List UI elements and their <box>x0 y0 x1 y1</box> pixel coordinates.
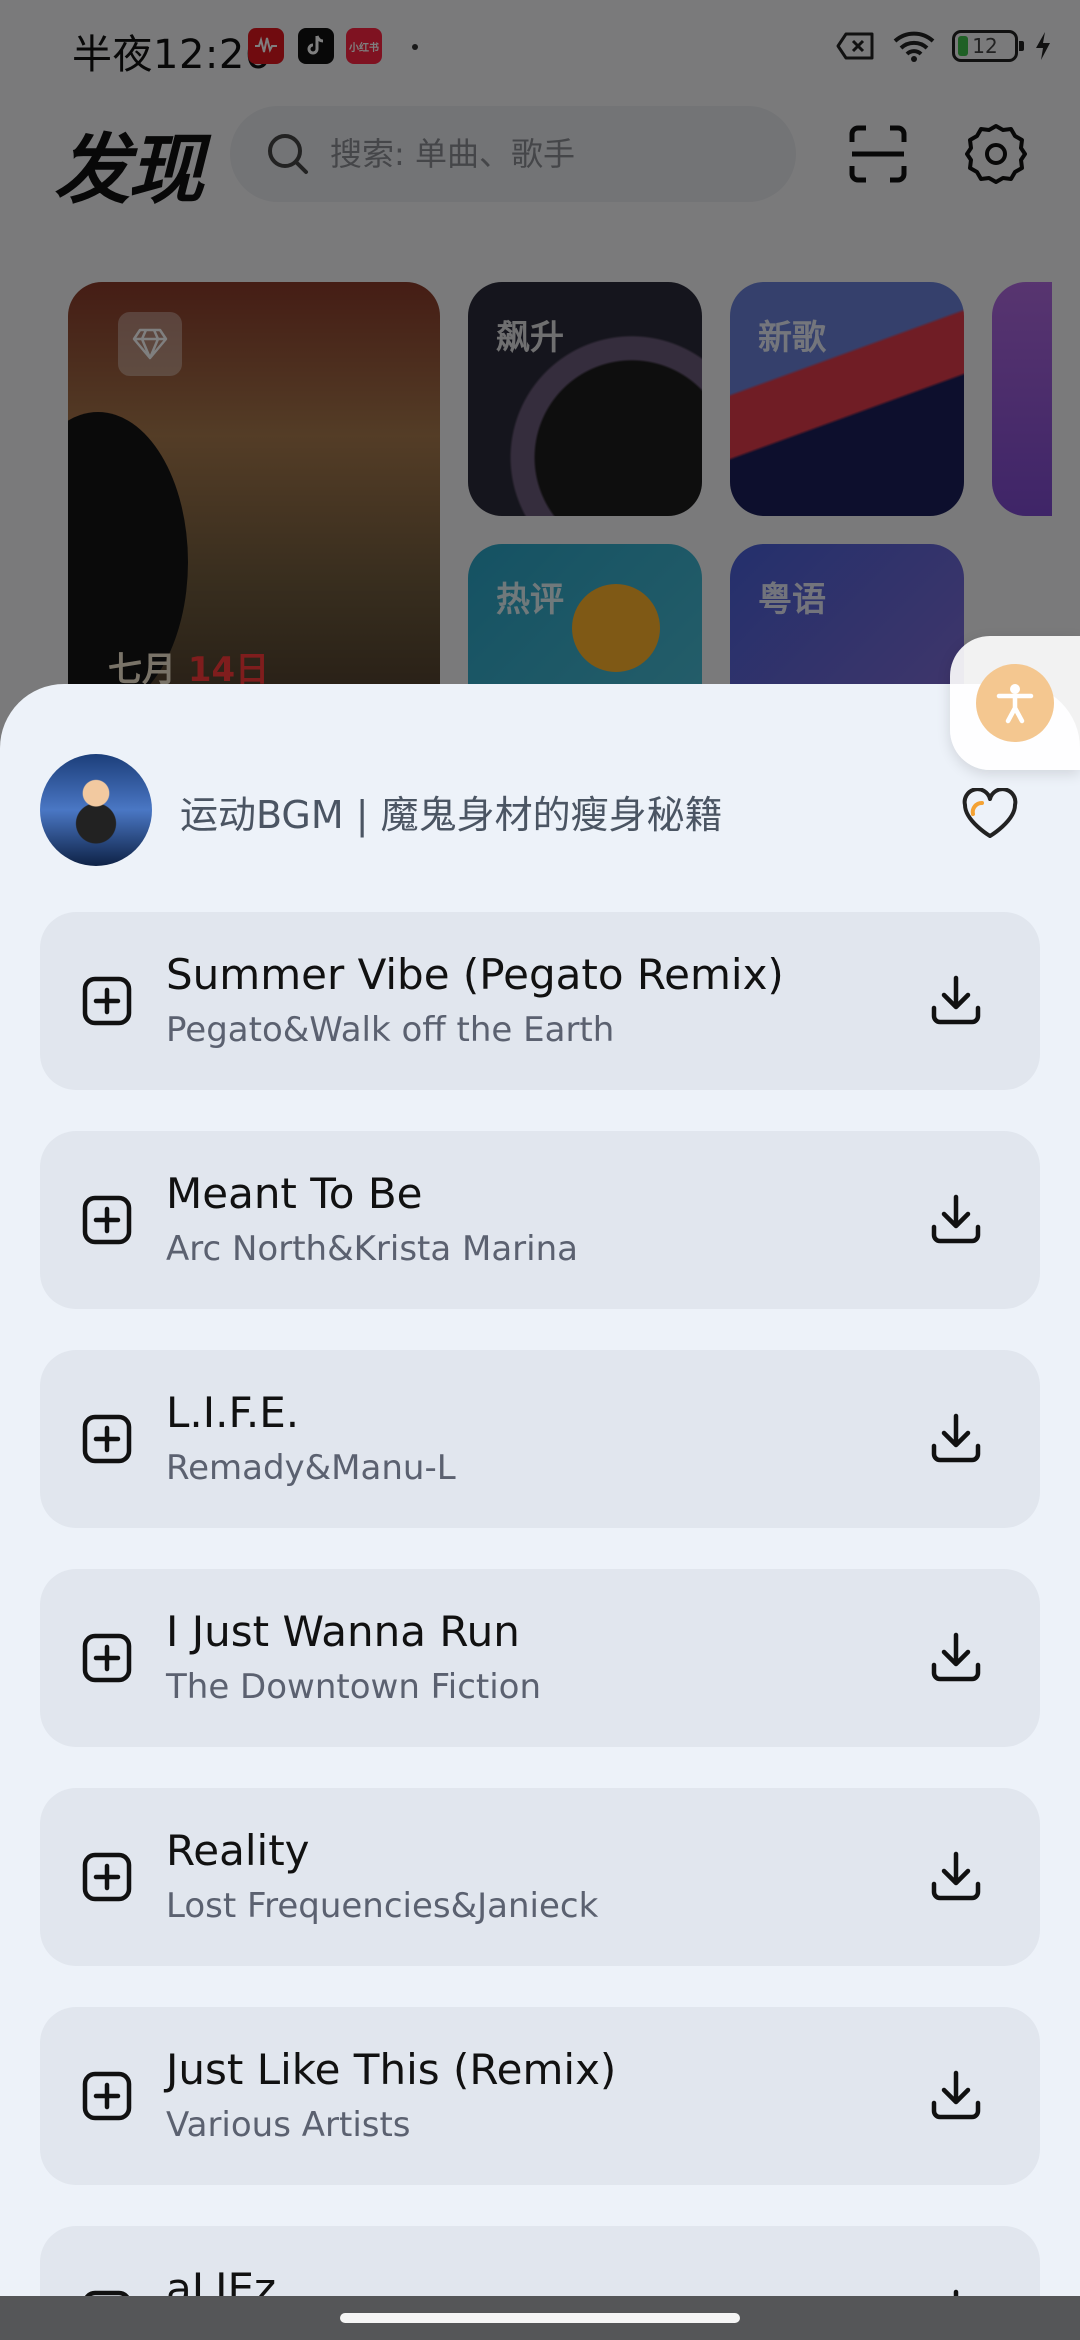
download-icon <box>931 1194 981 1244</box>
song-list: Summer Vibe (Pegato Remix) Pegato&Walk o… <box>40 912 1040 2296</box>
song-row[interactable]: Meant To Be Arc North&Krista Marina <box>40 1131 1040 1309</box>
add-square-icon <box>82 1852 132 1902</box>
download-icon <box>953 2289 959 2296</box>
song-row[interactable]: aLIEz <box>40 2226 1040 2296</box>
song-title: I Just Wanna Run <box>166 1607 520 1656</box>
song-title: L.I.F.E. <box>166 1388 300 1437</box>
download-button[interactable] <box>920 1183 992 1255</box>
song-artist: Lost Frequencies&Janieck <box>166 1886 599 1926</box>
heart-icon <box>962 788 1018 838</box>
add-square-icon <box>84 2290 130 2296</box>
song-row[interactable]: Just Like This (Remix) Various Artists <box>40 2007 1040 2185</box>
song-artist: Various Artists <box>166 2105 411 2145</box>
download-icon <box>931 2070 981 2120</box>
song-row[interactable]: L.I.F.E. Remady&Manu-L <box>40 1350 1040 1528</box>
add-square-icon <box>82 2071 132 2121</box>
add-to-playlist-button[interactable] <box>74 1842 144 1912</box>
favorite-button[interactable] <box>960 784 1020 844</box>
song-title: Meant To Be <box>166 1169 423 1218</box>
accessibility-icon <box>976 664 1054 742</box>
add-square-icon <box>82 976 132 1026</box>
playlist-title[interactable]: 运动BGM | 魔鬼身材的瘦身秘籍 <box>180 784 723 839</box>
song-row[interactable]: Summer Vibe (Pegato Remix) Pegato&Walk o… <box>40 912 1040 1090</box>
download-button[interactable] <box>920 964 992 1036</box>
download-icon <box>931 975 981 1025</box>
add-square-icon <box>82 1195 132 1245</box>
accessibility-floating-button[interactable] <box>950 636 1080 770</box>
song-artist: Arc North&Krista Marina <box>166 1229 578 1269</box>
download-button[interactable] <box>920 1621 992 1693</box>
sheet-header: 运动BGM | 魔鬼身材的瘦身秘籍 <box>0 684 1080 904</box>
add-to-playlist-button[interactable] <box>74 1623 144 1693</box>
add-to-playlist-button[interactable] <box>74 1404 144 1474</box>
battery-level: 12 <box>972 34 998 58</box>
add-to-playlist-button[interactable] <box>74 966 144 1036</box>
add-square-icon <box>82 1414 132 1464</box>
download-icon <box>931 1413 981 1463</box>
song-row[interactable]: I Just Wanna Run The Downtown Fiction <box>40 1569 1040 1747</box>
download-button[interactable] <box>920 2278 992 2296</box>
song-title: Summer Vibe (Pegato Remix) <box>166 950 784 999</box>
download-button[interactable] <box>920 1402 992 1474</box>
song-artist: Remady&Manu-L <box>166 1448 456 1488</box>
song-artist: Pegato&Walk off the Earth <box>166 1010 615 1050</box>
add-to-playlist-button[interactable] <box>74 2061 144 2131</box>
playlist-sheet: 运动BGM | 魔鬼身材的瘦身秘籍 Summer Vibe (Pegato Re… <box>0 684 1080 2296</box>
add-square-icon <box>82 1633 132 1683</box>
song-artist: The Downtown Fiction <box>166 1667 542 1707</box>
download-icon <box>931 1851 981 1901</box>
download-icon <box>931 1632 981 1682</box>
add-to-playlist-button[interactable] <box>74 2280 144 2296</box>
song-title: Reality <box>166 1826 310 1875</box>
song-title: Just Like This (Remix) <box>166 2045 617 2094</box>
playlist-cover[interactable] <box>40 754 152 866</box>
song-title: aLIEz <box>166 2264 277 2296</box>
song-row[interactable]: Reality Lost Frequencies&Janieck <box>40 1788 1040 1966</box>
home-indicator[interactable] <box>340 2313 740 2323</box>
add-to-playlist-button[interactable] <box>74 1185 144 1255</box>
download-button[interactable] <box>920 2059 992 2131</box>
download-button[interactable] <box>920 1840 992 1912</box>
